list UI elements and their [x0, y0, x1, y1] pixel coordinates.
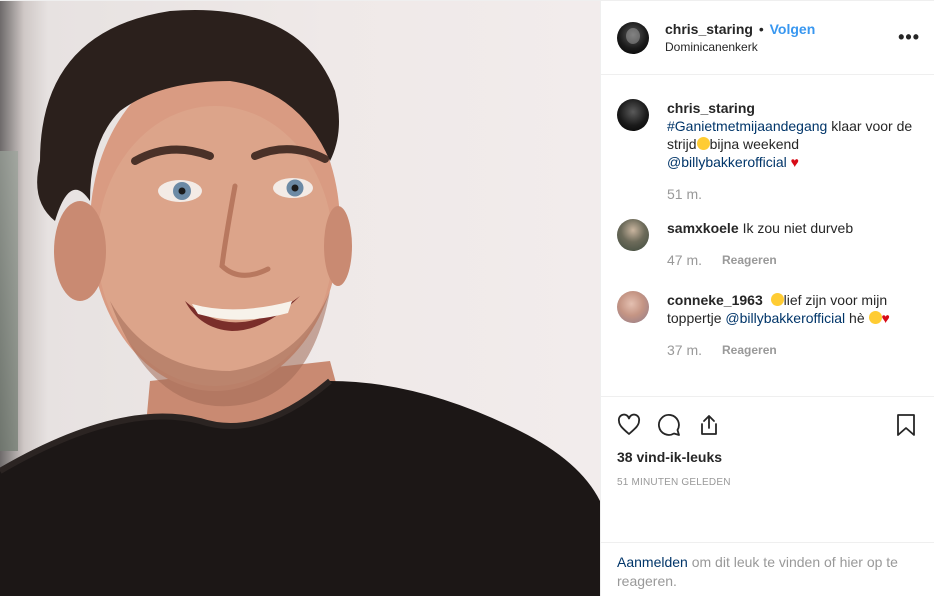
comment-item: samxkoele Ik zou niet durveb 47 m. Reager…	[617, 219, 918, 269]
comment-mention[interactable]: @billybakkerofficial	[725, 310, 845, 326]
grinning-emoji-icon	[770, 293, 784, 306]
commenter-avatar[interactable]	[617, 219, 649, 251]
caption-username[interactable]: chris_staring	[667, 100, 755, 116]
likes-count[interactable]: 38 vind-ik-leuks	[617, 449, 918, 465]
post-actions: 38 vind-ik-leuks 51 MINUTEN GELEDEN	[601, 396, 934, 542]
comment-time[interactable]: 37 m.	[667, 341, 702, 359]
comment-body: conneke_1963 lief zijn voor mijn toppert…	[667, 291, 918, 359]
caption-body: chris_staring #Ganietmetmijaandegang kla…	[667, 99, 918, 203]
caption-avatar[interactable]	[617, 99, 649, 131]
instagram-post: chris_staring • Volgen Dominicanenkerk •…	[0, 0, 934, 596]
login-link[interactable]: Aanmelden	[617, 554, 688, 570]
heart-eyes-emoji-icon	[696, 137, 710, 150]
post-header: chris_staring • Volgen Dominicanenkerk •…	[601, 1, 934, 75]
comment-time[interactable]: 47 m.	[667, 251, 702, 269]
reply-button[interactable]: Reageren	[722, 251, 777, 269]
bookmark-icon[interactable]	[894, 413, 918, 437]
post-timestamp[interactable]: 51 MINUTEN GELEDEN	[617, 477, 918, 488]
share-icon[interactable]	[697, 413, 721, 437]
more-options-icon[interactable]: •••	[898, 28, 920, 46]
author-username[interactable]: chris_staring	[665, 21, 753, 37]
action-icons	[617, 407, 918, 443]
caption-meta: 51 m.	[667, 185, 918, 203]
caption-text-2: bijna weekend	[709, 136, 800, 152]
comment-body: samxkoele Ik zou niet durveb 47 m. Reager…	[667, 219, 853, 269]
login-prompt: Aanmelden om dit leuk te vinden of hier …	[601, 542, 934, 596]
location-link[interactable]: Dominicanenkerk	[665, 39, 815, 55]
comment-meta: 37 m. Reageren	[667, 341, 918, 359]
comment-icon[interactable]	[657, 413, 681, 437]
red-heart-emoji-icon: ♥	[790, 154, 799, 170]
post-photo[interactable]	[0, 1, 600, 596]
caption-comment: chris_staring #Ganietmetmijaandegang kla…	[617, 99, 918, 203]
header-separator: •	[758, 20, 764, 37]
post-side-panel: chris_staring • Volgen Dominicanenkerk •…	[600, 1, 934, 596]
comment-item: conneke_1963 lief zijn voor mijn toppert…	[617, 291, 918, 359]
selfie-illustration	[0, 10, 600, 596]
kiss-emoji-icon	[868, 311, 882, 324]
caption-hashtag[interactable]: #Ganietmetmijaandegang	[667, 118, 827, 134]
caption-mention[interactable]: @billybakkerofficial	[667, 154, 787, 170]
caption-time[interactable]: 51 m.	[667, 185, 702, 203]
comment-text: Ik zou niet durveb	[742, 220, 854, 236]
red-heart-emoji-icon: ♥	[881, 310, 890, 326]
author-info: chris_staring • Volgen Dominicanenkerk	[665, 21, 815, 55]
author-avatar[interactable]	[617, 21, 649, 54]
comment-meta: 47 m. Reageren	[667, 251, 853, 269]
comment-text-2: hè	[845, 310, 869, 326]
comments-section: chris_staring #Ganietmetmijaandegang kla…	[601, 75, 934, 396]
heart-icon[interactable]	[617, 413, 641, 437]
follow-button[interactable]: Volgen	[770, 21, 816, 37]
commenter-avatar[interactable]	[617, 291, 649, 323]
comment-username[interactable]: samxkoele	[667, 220, 739, 236]
comment-username[interactable]: conneke_1963	[667, 292, 763, 308]
reply-button[interactable]: Reageren	[722, 341, 777, 359]
